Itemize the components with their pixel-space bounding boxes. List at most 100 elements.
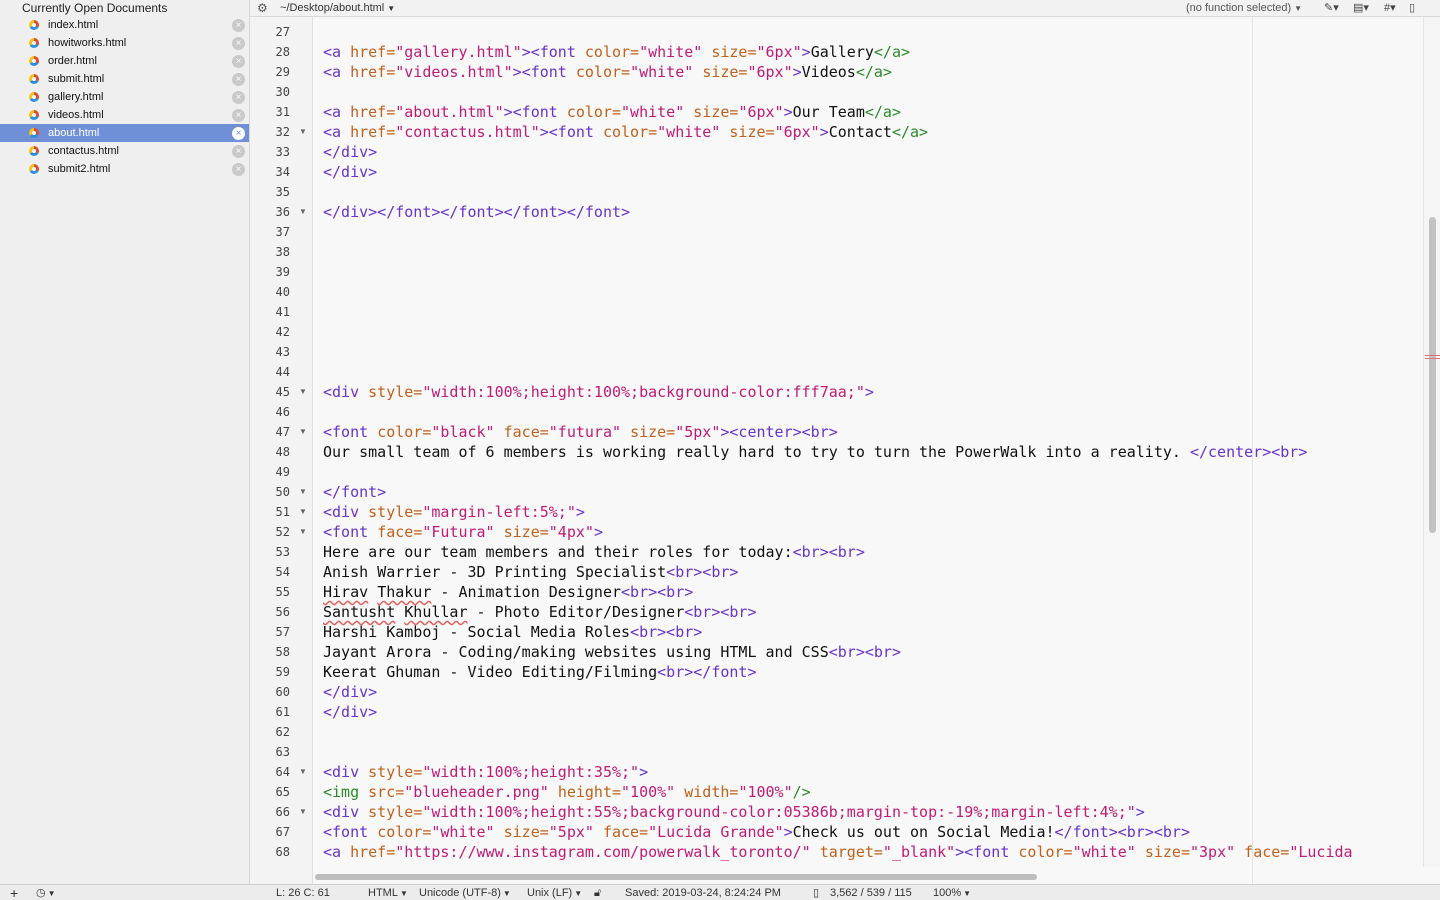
cursor-position[interactable]: L: 26 C: 61 [276,885,330,900]
fold-icon[interactable]: ▼ [299,382,309,402]
code-editor[interactable]: 27 28 29 30 31 32 ▼ 33 34 35 36 ▼ 37 38 39 40 41 42 43 44 45… [250,17,1440,884]
code-token: href= [350,123,396,141]
code-line[interactable]: <a href="https://www.instagram.com/power… [323,842,1353,862]
code-token: "Lucida Grande" [648,823,784,841]
code-token: </a> [891,123,929,141]
code-line[interactable]: <div style="width:100%;height:55%;backgr… [323,802,1145,822]
function-selector[interactable]: (no function selected) ▼ [1186,0,1302,17]
code-line[interactable]: Jayant Arora - Coding/making websites us… [323,642,901,662]
lock-icon[interactable]: 🔓︎ [594,885,601,900]
fold-icon[interactable]: ▼ [299,502,309,522]
code-line[interactable]: Santusht Khullar - Photo Editor/Designer… [323,602,757,622]
code-line[interactable]: <img src="blueheader.png" height="100%" … [323,782,811,802]
document-list: index.html × howitworks.html × order.html × su… [0,16,249,178]
code-token: Gallery [810,43,874,61]
code-token: <div [323,383,369,401]
hash-icon[interactable]: #▾ [1384,0,1396,16]
code-line[interactable]: <div style="margin-left:5%;"> [323,502,585,522]
document-item[interactable]: videos.html × [0,106,249,124]
line-number: 33 [275,145,290,159]
close-icon[interactable]: × [232,19,245,32]
status-bar: + ◷ ▼ L: 26 C: 61 HTML ▼ Unicode (UTF-8) ▼ … [0,884,1440,900]
code-line[interactable]: <a href="about.html"><font color="white"… [323,102,901,122]
close-icon[interactable]: × [232,37,245,50]
code-token: color= [575,63,631,81]
code-line[interactable]: <font color="black" face="futura" size="… [323,422,838,442]
code-line[interactable]: Keerat Ghuman - Video Editing/Filming<br… [323,662,756,682]
close-icon[interactable]: × [232,91,245,104]
code-token: Keerat Ghuman - Video Editing/Filming [323,663,658,681]
code-token: > [955,843,965,861]
code-line[interactable]: </div> [323,702,377,722]
code-line[interactable]: <div style="width:100%;height:100%;backg… [323,382,874,402]
code-token: /> [792,783,811,801]
code-token: Hirav [323,583,369,601]
language-menu[interactable]: HTML ▼ [368,885,408,900]
document-item[interactable]: order.html × [0,52,249,70]
code-line[interactable]: <div style="width:100%;height:35%;"> [323,762,648,782]
fold-icon[interactable]: ▼ [299,522,309,542]
document-item[interactable]: submit2.html × [0,160,249,178]
code-line[interactable]: Hirav Thakur - Animation Designer<br><br… [323,582,693,602]
code-token: face= [377,523,423,541]
line-number: 45 [275,385,290,399]
vertical-scrollbar[interactable] [1423,17,1440,867]
file-path-menu[interactable]: ~/Desktop/about.html ▼ [280,0,395,17]
code-token: size= [1144,843,1190,861]
close-icon[interactable]: × [232,73,245,86]
line-number: 49 [275,465,290,479]
code-token: "https://www.instagram.com/powerwalk_tor… [395,843,820,861]
clock-icon[interactable]: ◷ ▼ [36,885,56,900]
code-line[interactable]: </font> [323,482,386,502]
fold-icon[interactable]: ▼ [299,422,309,442]
document-item[interactable]: gallery.html × [0,88,249,106]
code-token: style= [368,763,423,781]
document-item[interactable]: contactus.html × [0,142,249,160]
horizontal-scroll-thumb[interactable] [315,874,1037,880]
code-token: <br><br> [621,583,694,601]
document-stats[interactable]: 3,562 / 539 / 115 [830,885,912,900]
code-line[interactable]: </div> [323,142,377,162]
code-line[interactable]: Anish Warrier - 3D Printing Specialist<b… [323,562,738,582]
close-icon[interactable]: × [232,55,245,68]
fold-icon[interactable]: ▼ [299,762,309,782]
document-item[interactable]: about.html × [0,124,249,142]
close-icon[interactable]: × [232,145,245,158]
pen-icon[interactable]: ✎▾ [1324,0,1339,16]
code-token: href= [350,843,396,861]
code-line[interactable]: <a href="contactus.html"><font color="wh… [323,122,928,142]
line-endings-menu[interactable]: Unix (LF) ▼ [527,885,582,900]
encoding-menu[interactable]: Unicode (UTF-8) ▼ [419,885,511,900]
code-token: - Animation Designer [431,583,622,601]
close-icon[interactable]: × [232,109,245,122]
document-icon[interactable]: ▯ [1409,0,1415,16]
zoom-menu[interactable]: 100% ▼ [933,885,971,900]
code-line[interactable]: Harshi Kamboj - Social Media Roles<br><b… [323,622,702,642]
gear-icon[interactable]: ⚙ [257,0,268,16]
code-line[interactable]: <font color="white" size="5px" face="Luc… [323,822,1190,842]
code-area[interactable]: <a href="gallery.html"><font color="whit… [313,17,1423,884]
code-line[interactable]: <a href="gallery.html"><font color="whit… [323,42,910,62]
code-line[interactable]: <font face="Futura" size="4px"> [323,522,603,542]
code-line[interactable]: <a href="videos.html"><font color="white… [323,62,892,82]
code-token: size= [711,43,757,61]
close-icon[interactable]: × [232,163,245,176]
document-item[interactable]: howitworks.html × [0,34,249,52]
code-line[interactable]: </div> [323,162,377,182]
code-line[interactable]: Here are our team members and their role… [323,542,865,562]
document-item[interactable]: submit.html × [0,70,249,88]
plus-icon[interactable]: + [10,885,18,900]
code-line[interactable]: Our small team of 6 members is working r… [323,442,1307,462]
close-icon[interactable]: × [232,127,245,140]
code-token: <a [323,843,351,861]
fold-icon[interactable]: ▼ [299,802,309,822]
document-item[interactable]: index.html × [0,16,249,34]
stack-icon[interactable]: ▤▾ [1353,0,1369,16]
fold-icon[interactable]: ▼ [299,122,309,142]
horizontal-scrollbar[interactable] [313,873,1423,881]
code-line[interactable]: </div></font></font></font></font> [323,202,630,222]
fold-icon[interactable]: ▼ [299,202,309,222]
code-line[interactable]: </div> [323,682,377,702]
vertical-scroll-thumb[interactable] [1429,217,1436,533]
fold-icon[interactable]: ▼ [299,482,309,502]
